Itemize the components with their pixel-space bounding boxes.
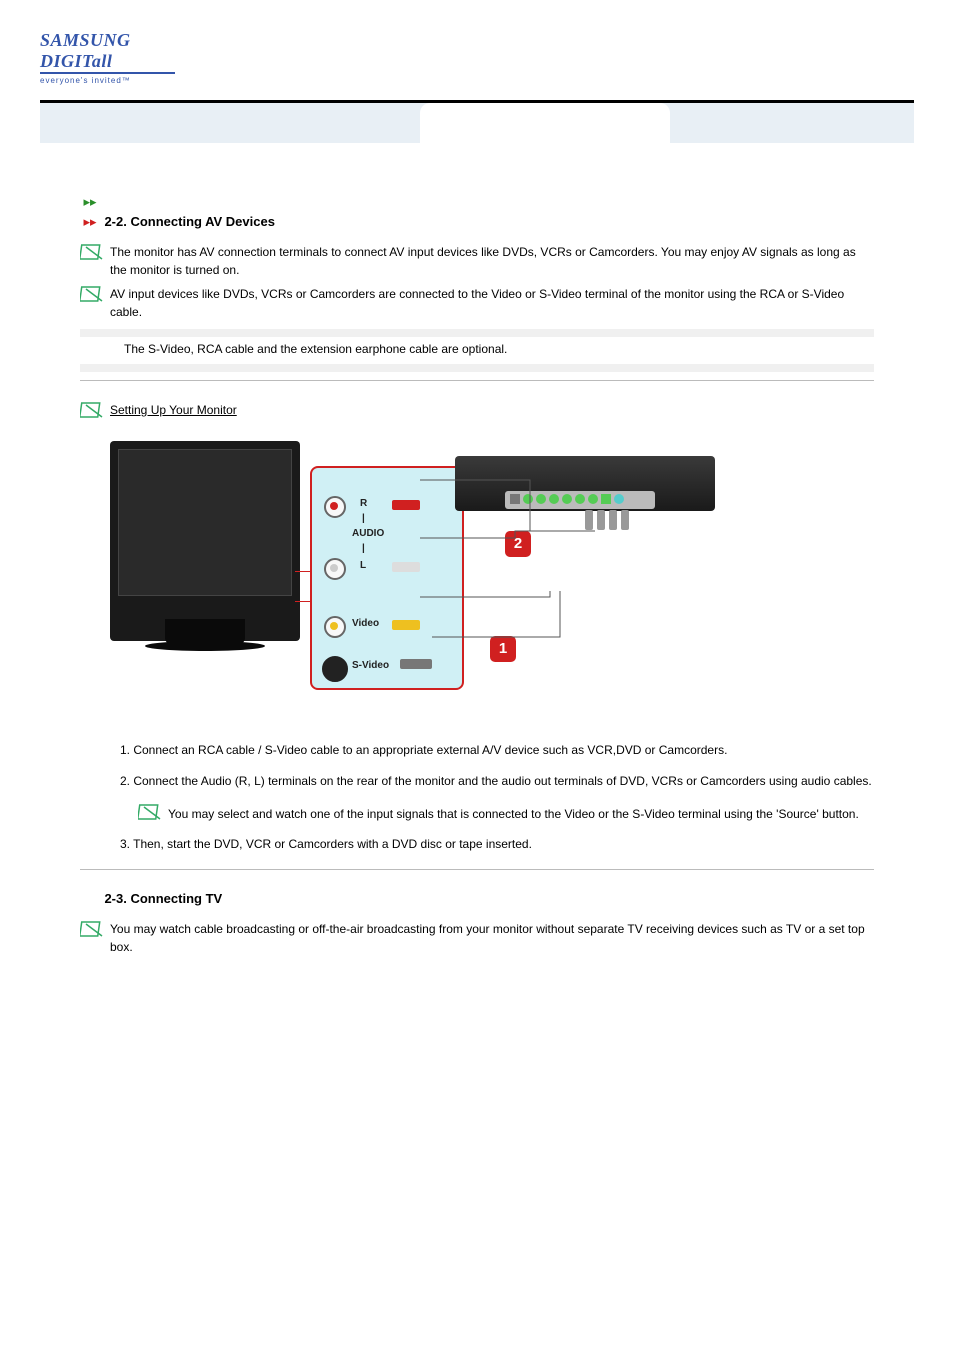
vcr-front-panel [505,491,655,509]
badge-1: 1 [490,636,516,662]
audio-r-port [324,496,346,518]
note-icon [80,401,106,421]
connection-diagram: R | AUDIO | L Video S-Video [110,441,874,721]
note-icon [80,920,106,940]
gray-separator [80,329,874,337]
note-link-setup[interactable]: Setting Up Your Monitor [110,401,874,419]
section-row-header: ▸▸ 2-2. Connecting AV Devices [80,213,874,231]
badge-2: 2 [505,531,531,557]
audio-l-port [324,558,346,580]
note-cable-optional: The S-Video, RCA cable and the extension… [124,340,874,358]
port-label-svideo: S-Video [352,660,389,671]
cable-end-red [392,500,420,510]
port-label-l: L [360,560,366,571]
note-tv-intro: You may watch cable broadcasting or off-… [110,920,874,956]
nav-bar [40,103,914,143]
page-content: ▸▸ ▸▸ 2-2. Connecting AV Devices The mon… [0,143,954,1012]
note-source-button: You may select and watch one of the inpu… [168,805,874,823]
note-av-intro: The monitor has AV connection terminals … [110,243,874,279]
note-av-terminals: AV input devices like DVDs, VCRs or Camc… [110,285,874,321]
note-icon [138,803,164,823]
arrow-icon: ▸▸ [80,194,100,210]
section-header-tv: 2-3. Connecting TV [104,891,222,906]
logo-tagline: everyone's invited™ [40,76,180,85]
port-label-video: Video [352,618,379,629]
cable-end-svideo [400,659,432,669]
note-icon [80,243,106,263]
svideo-port [322,656,348,682]
section-header-av: 2-2. Connecting AV Devices [104,214,275,229]
section-row-av: ▸▸ [80,193,874,211]
port-panel: R | AUDIO | L Video S-Video [310,466,464,690]
port-label-audio: AUDIO [352,528,384,539]
logo-area: SAMSUNG DIGITall everyone's invited™ [0,0,954,95]
step-2-text: 2. Connect the Audio (R, L) terminals on… [120,772,874,791]
cable-end-white [392,562,420,572]
setup-monitor-link[interactable]: Setting Up Your Monitor [110,403,237,417]
note-icon [80,285,106,305]
video-port [324,616,346,638]
brand-logo: SAMSUNG DIGITall everyone's invited™ [40,30,180,85]
vcr-device [455,456,715,511]
gray-separator [80,364,874,372]
monitor-rear-view [110,441,300,641]
cable-end-yellow [392,620,420,630]
step-1-text: 1. Connect an RCA cable / S-Video cable … [120,741,874,760]
vcr-output-jacks [585,510,629,530]
monitor-base [145,641,265,651]
thin-divider [80,380,874,381]
step-3-text: 3. Then, start the DVD, VCR or Camcorder… [120,835,874,854]
active-tab [420,103,670,143]
thin-divider [80,869,874,870]
port-label-r: R [360,498,367,509]
section-row-tv: ▸▸ 2-3. Connecting TV [80,890,874,908]
arrow-icon: ▸▸ [80,214,100,230]
logo-main-text: SAMSUNG DIGITall [40,30,180,72]
